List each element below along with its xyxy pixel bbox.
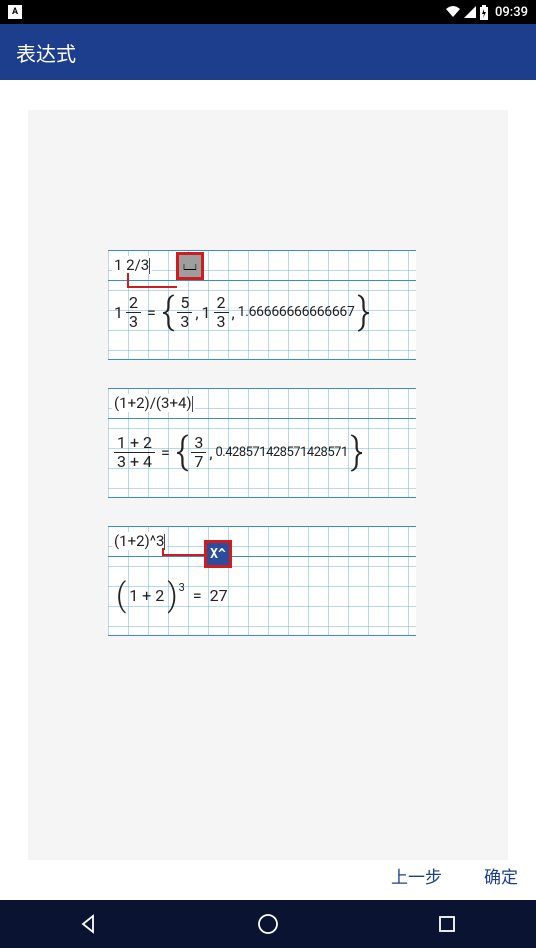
content-area: 1 2/3 ⌴ 1 23 = { 53 , 1 23 , 1.6666 (0, 80, 536, 900)
power-annotation-line-h (162, 554, 205, 556)
nav-recent-button[interactable] (435, 912, 459, 936)
power-key-button[interactable]: X^ (204, 540, 232, 568)
expression-1-input[interactable]: 1 2/3 (112, 256, 152, 274)
space-key-label: ⌴ (183, 254, 197, 275)
nav-back-button[interactable] (77, 912, 101, 936)
status-left: A (8, 5, 22, 19)
space-annotation-line-v (127, 273, 129, 287)
nav-home-button[interactable] (256, 912, 280, 936)
power-key-label: X^ (210, 547, 226, 562)
expression-block-2: (1+2)/(3+4) 1 + 23 + 4 = { 37 , 0.428571… (108, 388, 416, 498)
status-right: 09:39 (445, 5, 528, 20)
signal-icon (463, 5, 477, 19)
back-button[interactable]: 上一步 (391, 863, 442, 888)
keyboard-indicator-icon: A (8, 5, 22, 19)
expression-1-output: 1 23 = { 53 , 1 23 , 1.66666666666667 } (114, 293, 370, 331)
status-bar: A 09:39 (0, 0, 536, 24)
space-key-button[interactable]: ⌴ (176, 252, 204, 280)
status-time: 09:39 (495, 5, 528, 20)
expression-2-output: 1 + 23 + 4 = { 37 , 0.428571428571428571… (114, 433, 363, 471)
content-body: 1 2/3 ⌴ 1 23 = { 53 , 1 23 , 1.6666 (28, 110, 508, 860)
expression-block-3: (1+2)^3 X^ ( 1 + 2 ) 3 = 27 (108, 526, 416, 636)
space-annotation-line-h (127, 286, 177, 288)
battery-icon (479, 5, 489, 20)
confirm-button[interactable]: 确定 (484, 863, 518, 888)
expression-block-1: 1 2/3 ⌴ 1 23 = { 53 , 1 23 , 1.6666 (108, 250, 416, 360)
app-title: 表达式 (16, 38, 76, 67)
expression-2-input[interactable]: (1+2)/(3+4) (112, 394, 195, 412)
wifi-icon (445, 5, 461, 19)
expression-3-output: ( 1 + 2 ) 3 = 27 (116, 576, 228, 614)
expression-3-input[interactable]: (1+2)^3 (112, 532, 167, 550)
navigation-bar (0, 900, 536, 948)
footer-actions: 上一步 确定 (0, 850, 536, 900)
app-bar: 表达式 (0, 24, 536, 80)
